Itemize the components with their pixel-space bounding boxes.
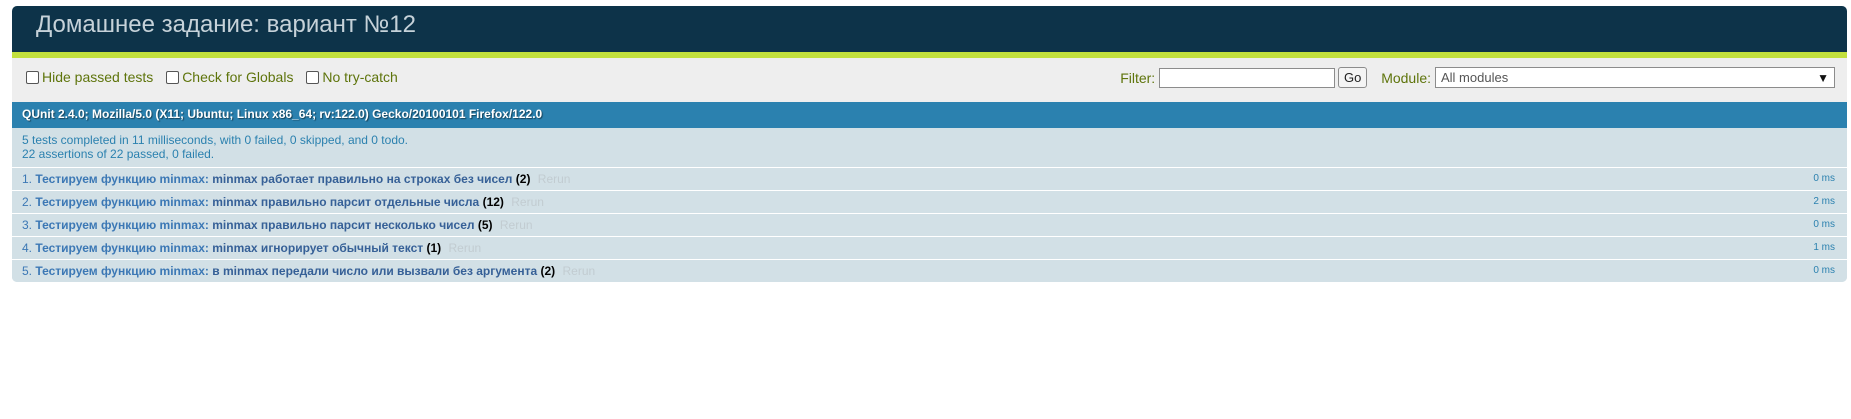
rerun-link[interactable]: Rerun <box>448 241 481 255</box>
test-name[interactable]: minmax игнорирует обычный текст <box>212 241 423 255</box>
module-selected-value: All modules <box>1441 70 1509 85</box>
test-row[interactable]: 1. Тестируем функцию minmax: minmax рабо… <box>12 168 1847 191</box>
test-module-name[interactable]: Тестируем функцию minmax: <box>35 241 209 255</box>
test-runtime: 0 ms <box>1813 173 1835 184</box>
page-title: Домашнее задание: вариант №12 <box>12 6 1847 58</box>
test-assertion-count: (5) <box>477 218 493 232</box>
checkbox-label: Hide passed tests <box>42 69 154 85</box>
hide-passed-checkbox[interactable]: Hide passed tests <box>26 69 153 85</box>
test-runtime: 2 ms <box>1813 196 1835 207</box>
result-summary-line: 5 tests completed in 11 milliseconds, wi… <box>22 133 408 147</box>
checkbox-label: No try-catch <box>322 69 398 85</box>
test-assertion-count: (2) <box>540 264 556 278</box>
filter-label: Filter: <box>1120 69 1156 86</box>
test-name[interactable]: minmax работает правильно на строках без… <box>212 172 512 186</box>
test-runtime: 1 ms <box>1813 242 1835 253</box>
rerun-link[interactable]: Rerun <box>538 172 571 186</box>
toolbar: Hide passed tests Check for Globals No t… <box>12 58 1847 102</box>
rerun-link[interactable]: Rerun <box>500 218 533 232</box>
page-title-text[interactable]: Домашнее задание: вариант №12 <box>36 11 416 38</box>
user-agent-banner: QUnit 2.4.0; Mozilla/5.0 (X11; Ubuntu; L… <box>12 102 1847 128</box>
test-number: 5. <box>22 264 33 278</box>
test-row[interactable]: 3. Тестируем функцию minmax: minmax прав… <box>12 214 1847 237</box>
test-number: 4. <box>22 241 33 255</box>
test-row[interactable]: 4. Тестируем функцию minmax: minmax игно… <box>12 237 1847 260</box>
dropdown-arrow-icon: ▼ <box>1817 70 1829 85</box>
toolbar-filters: Filter: Go Module: All modules ▼ <box>1120 67 1835 88</box>
test-row[interactable]: 5. Тестируем функцию minmax: в minmax пе… <box>12 260 1847 282</box>
test-assertion-count: (1) <box>426 241 442 255</box>
no-try-catch-checkbox[interactable]: No try-catch <box>306 69 398 85</box>
checkbox-box[interactable] <box>26 70 39 84</box>
test-row[interactable]: 2. Тестируем функцию minmax: minmax прав… <box>12 191 1847 214</box>
checkbox-box[interactable] <box>306 70 320 84</box>
test-number: 1. <box>22 172 33 186</box>
check-globals-checkbox[interactable]: Check for Globals <box>166 69 293 85</box>
checkbox-box[interactable] <box>166 70 180 84</box>
test-name[interactable]: в minmax передали число или вызвали без … <box>212 264 537 278</box>
test-result-summary: 5 tests completed in 11 milliseconds, wi… <box>12 128 1847 168</box>
test-module-name[interactable]: Тестируем функцию minmax: <box>35 218 209 232</box>
test-name[interactable]: minmax правильно парсит отдельные числа <box>212 195 479 209</box>
test-assertion-count: (12) <box>482 195 504 209</box>
module-label: Module: <box>1381 69 1431 86</box>
qunit-container: Домашнее задание: вариант №12 Hide passe… <box>12 6 1847 282</box>
test-number: 3. <box>22 218 33 232</box>
module-select[interactable]: All modules ▼ <box>1435 67 1835 88</box>
test-module-name[interactable]: Тестируем функцию minmax: <box>35 195 209 209</box>
test-module-name[interactable]: Тестируем функцию minmax: <box>35 264 209 278</box>
filter-input[interactable] <box>1159 67 1336 88</box>
go-button[interactable]: Go <box>1338 67 1368 88</box>
test-number: 2. <box>22 195 33 209</box>
rerun-link[interactable]: Rerun <box>562 264 595 278</box>
test-assertion-count: (2) <box>515 172 531 186</box>
checkbox-label: Check for Globals <box>182 69 294 85</box>
test-runtime: 0 ms <box>1813 219 1835 230</box>
rerun-link[interactable]: Rerun <box>511 195 544 209</box>
assertion-summary-line: 22 assertions of 22 passed, 0 failed. <box>22 147 215 161</box>
test-runtime: 0 ms <box>1813 265 1835 276</box>
test-list: 1. Тестируем функцию minmax: minmax рабо… <box>12 168 1847 282</box>
test-module-name[interactable]: Тестируем функцию minmax: <box>35 172 209 186</box>
test-name[interactable]: minmax правильно парсит несколько чисел <box>212 218 474 232</box>
